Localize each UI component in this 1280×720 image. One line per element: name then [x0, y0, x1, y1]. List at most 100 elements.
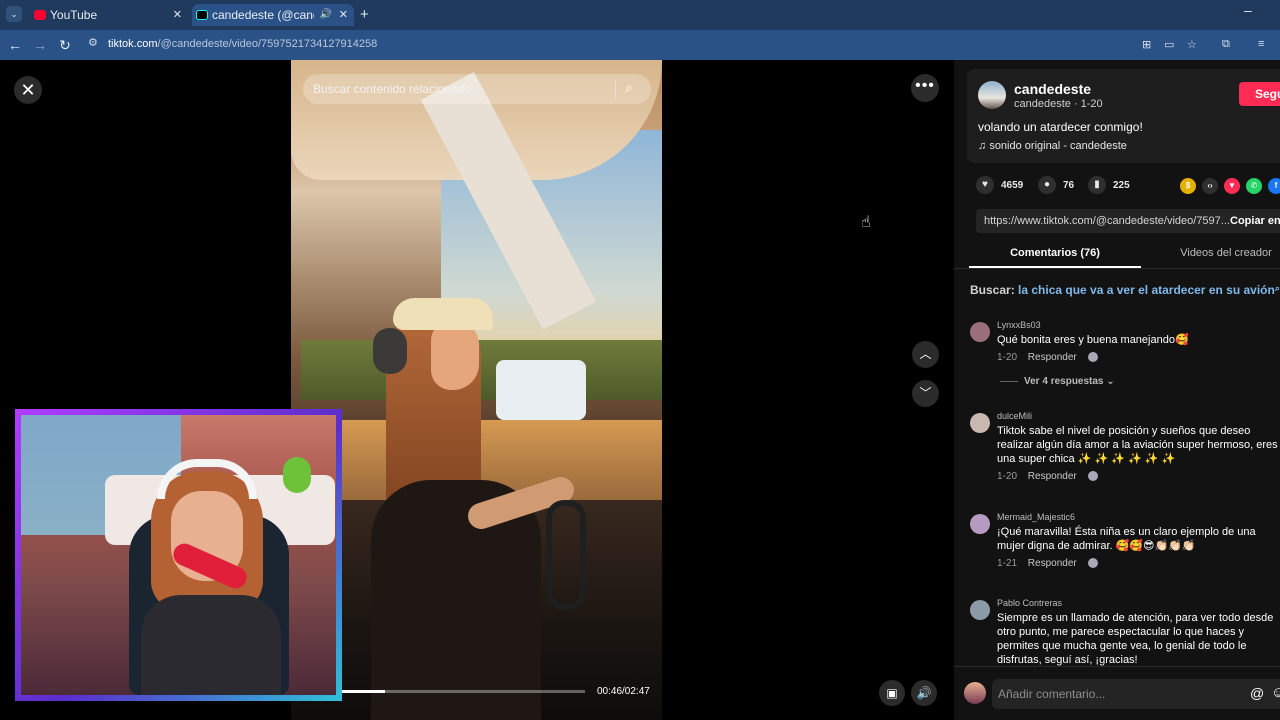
comment-text: Siempre es un llamado de atención, para … — [997, 612, 1274, 666]
facebook-icon[interactable]: f — [1268, 178, 1280, 194]
chevron-down-icon: ⌄ — [1106, 376, 1115, 387]
author-name[interactable]: candedeste — [1014, 81, 1091, 97]
heart-icon[interactable]: ♥ — [976, 176, 994, 194]
comments-count: 76 — [1063, 180, 1075, 191]
new-tab-button[interactable]: + — [360, 4, 369, 26]
avatar[interactable] — [970, 600, 990, 620]
avatar[interactable] — [970, 514, 990, 534]
bookmark-star-icon[interactable]: ☆ — [1187, 38, 1197, 51]
share-link-box[interactable]: https://www.tiktok.com/@candedeste/video… — [976, 209, 1280, 233]
comment-username[interactable]: LynxxBs03 — [997, 320, 1041, 330]
share-link-text: https://www.tiktok.com/@candedeste/video… — [984, 215, 1230, 227]
tab-title: YouTube — [50, 8, 98, 22]
comment-input[interactable]: Añadir comentario... @ ☺ — [992, 679, 1280, 709]
comment-text: Qué bonita eres y buena manejando🥰 — [997, 334, 1189, 346]
url-text[interactable]: tiktok.com/@candedeste/video/75975217341… — [108, 38, 377, 50]
media-control-icon[interactable]: ≡ — [1258, 38, 1264, 50]
next-video-chevron-down-icon[interactable]: ﹀ — [912, 380, 939, 407]
reply-button[interactable]: Responder — [1028, 558, 1077, 569]
reload-icon[interactable]: ↻ — [55, 35, 75, 55]
avatar[interactable] — [970, 413, 990, 433]
more-options-icon[interactable]: ••• — [911, 74, 939, 102]
comment-date: 1-21 — [997, 558, 1018, 569]
view-replies-button[interactable]: Ver 4 respuestas ⌄ — [1000, 376, 1115, 387]
bookmark-icon[interactable]: ▮ — [1088, 176, 1106, 194]
comment-composer: Añadir comentario... @ ☺ — [954, 666, 1280, 720]
mouse-cursor-icon: ☝ — [861, 214, 871, 231]
tab-close-icon[interactable]: ✕ — [339, 4, 348, 26]
previous-video-chevron-up-icon[interactable]: ︿ — [912, 341, 939, 368]
embed-code-icon[interactable]: ‹› — [1202, 178, 1218, 194]
video-time: 00:46/02:47 — [597, 686, 650, 697]
video-caption: volando un atardecer conmigo! — [978, 120, 1143, 134]
music-link[interactable]: ♫ sonido original - candedeste — [978, 140, 1127, 152]
comment-meta: 1-20 Responder — [997, 352, 1106, 363]
site-info-icon[interactable]: ⚙ — [88, 36, 98, 49]
reply-button[interactable]: Responder — [1028, 471, 1077, 482]
likes-count: 4659 — [1001, 180, 1024, 191]
search-icon: ⌕ — [1274, 283, 1280, 293]
comment-username[interactable]: Pablo Contreras — [997, 598, 1062, 608]
youtube-icon — [34, 10, 46, 20]
comment-username[interactable]: Mermaid_Majestic6 — [997, 512, 1075, 522]
comment-text: Tiktok sabe el nivel de posición y sueño… — [997, 425, 1278, 465]
tab-tiktok[interactable]: candedeste (@candedeste) 🔊 ✕ — [192, 4, 354, 26]
tab-title: candedeste (@candedeste) — [212, 8, 314, 22]
related-search-query[interactable]: la chica que va a ver el atardecer en su… — [1018, 283, 1275, 297]
reply-button[interactable]: Responder — [1028, 352, 1077, 363]
tab-comments[interactable]: Comentarios (76) — [969, 242, 1141, 268]
send-to-friends-icon[interactable]: ▼ — [1224, 178, 1240, 194]
forward-arrow-icon[interactable]: → — [30, 35, 50, 55]
whatsapp-icon[interactable]: ✆ — [1246, 178, 1262, 194]
copy-link-button[interactable]: Copiar enlace — [1230, 215, 1280, 227]
author-meta: candedeste · 1-20 — [1014, 98, 1103, 110]
volume-icon[interactable]: 🔊 — [911, 680, 937, 706]
webcam-feed — [21, 415, 336, 695]
emoji-icon[interactable]: ☺ — [1271, 684, 1280, 701]
video-progress-bar[interactable] — [341, 690, 585, 693]
creator-like-icon — [1087, 352, 1098, 363]
address-bar[interactable]: ⚙ tiktok.com/@candedeste/video/759752173… — [84, 33, 1212, 57]
comment-date: 1-20 — [997, 471, 1018, 482]
tiktok-icon — [196, 10, 208, 20]
avatar[interactable] — [964, 682, 986, 704]
webcam-overlay — [15, 409, 342, 701]
comment-icon[interactable]: ● — [1038, 176, 1056, 194]
avatar[interactable] — [970, 322, 990, 342]
extensions-icon[interactable]: ⧉ — [1222, 38, 1230, 51]
details-panel: candedeste candedeste · 1-20 Seguir vola… — [954, 60, 1280, 720]
comment-username[interactable]: dulceMili — [997, 411, 1032, 421]
tab-audio-icon[interactable]: 🔊 — [320, 4, 332, 26]
tab-creator-videos[interactable]: Videos del creador — [1151, 242, 1280, 268]
coin-share-icon[interactable]: $ — [1180, 178, 1196, 194]
floating-player-icon[interactable]: ▣ — [879, 680, 905, 706]
close-icon[interactable]: ✕ — [14, 76, 42, 104]
comment-text: ¡Qué maravilla! Ésta niña es un claro ej… — [997, 526, 1256, 552]
creator-like-icon — [1087, 558, 1098, 569]
music-note-icon: ♫ — [978, 140, 987, 152]
follow-button[interactable]: Seguir — [1239, 82, 1280, 106]
related-search-suggestion[interactable]: Buscar: la chica que va a ver el atardec… — [970, 283, 1280, 297]
browser-tab-bar: ⌄ YouTube ✕ candedeste (@candedeste) 🔊 ✕… — [0, 0, 1280, 30]
tab-search-chevron-icon[interactable]: ⌄ — [6, 6, 22, 22]
creator-like-icon — [1087, 471, 1098, 482]
comment-meta: 1-20 Responder — [997, 471, 1106, 482]
cast-icon[interactable]: ▭ — [1164, 38, 1174, 51]
comment-meta: 1-21 Responder — [997, 558, 1106, 569]
comment-placeholder: Añadir comentario... — [998, 687, 1106, 701]
search-icon[interactable]: ⌕ — [625, 79, 633, 96]
browser-toolbar: ← → ↻ ⚙ tiktok.com/@candedeste/video/759… — [0, 30, 1280, 60]
author-card: candedeste candedeste · 1-20 Seguir vola… — [967, 69, 1280, 163]
video-player[interactable]: Buscar contenido relacionado ⌕ 00:46/02:… — [291, 60, 662, 720]
mention-icon[interactable]: @ — [1250, 685, 1264, 701]
saves-count: 225 — [1113, 180, 1130, 191]
related-search-input[interactable]: Buscar contenido relacionado ⌕ — [303, 74, 651, 104]
back-arrow-icon[interactable]: ← — [5, 35, 25, 55]
tab-close-icon[interactable]: ✕ — [173, 4, 182, 26]
window-minimize-button[interactable]: – — [1244, 2, 1252, 18]
related-search-placeholder: Buscar contenido relacionado — [313, 82, 472, 96]
avatar[interactable] — [978, 81, 1006, 109]
tab-youtube[interactable]: YouTube ✕ — [30, 4, 188, 26]
translate-icon[interactable]: ⊞ — [1142, 38, 1151, 51]
video-progress-fill — [341, 690, 385, 693]
